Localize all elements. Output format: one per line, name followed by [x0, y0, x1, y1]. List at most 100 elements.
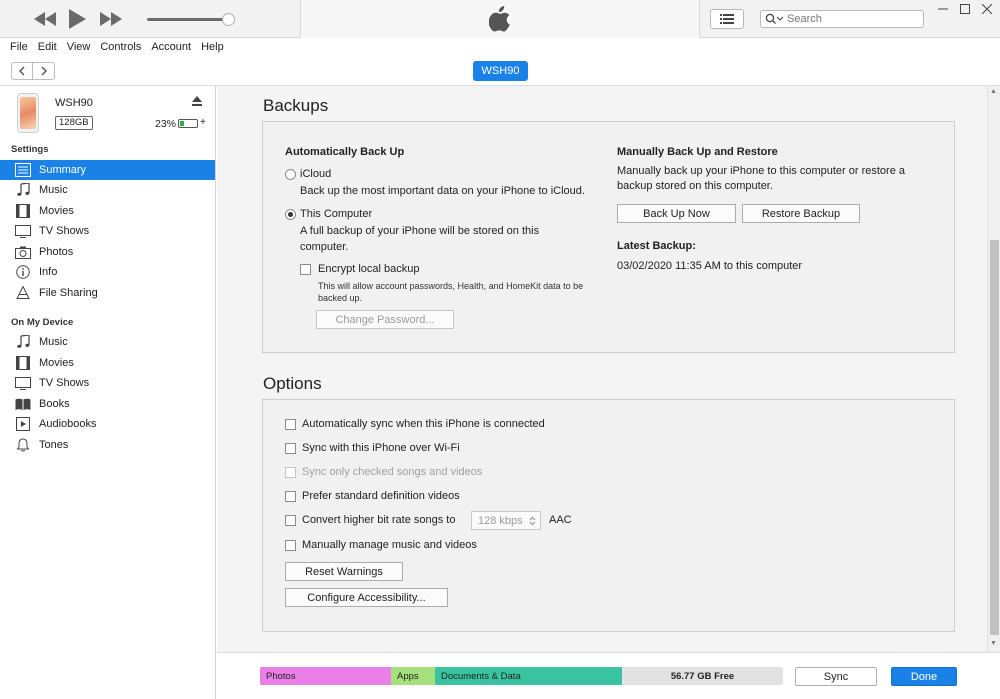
device-name: WSH90 [55, 97, 93, 109]
bitrate-select[interactable]: 128 kbps [471, 511, 541, 530]
charging-indicator: + [200, 117, 206, 128]
sidebar-item-device-music[interactable]: Music [0, 332, 215, 352]
forward-button[interactable] [33, 62, 55, 80]
close-button[interactable] [978, 2, 996, 16]
auto-backup-heading: Automatically Back Up [285, 146, 405, 158]
book-icon [14, 396, 32, 412]
convert-bitrate-label[interactable]: Convert higher bit rate songs to [302, 514, 455, 526]
storage-segment-documents: Documents & Data [435, 667, 622, 685]
sidebar: WSH90 128GB 23% + Settings Summary Music… [0, 86, 216, 699]
volume-slider[interactable] [147, 13, 237, 26]
sidebar-item-photos[interactable]: Photos [0, 242, 215, 262]
scroll-up-arrow-icon[interactable]: ▲ [990, 88, 997, 95]
storage-capacity-bar: Photos Apps Documents & Data 56.77 GB Fr… [260, 667, 783, 685]
main-scrollbar[interactable]: ▲ ▼ [987, 86, 1000, 652]
manual-manage-label[interactable]: Manually manage music and videos [302, 539, 477, 551]
scroll-thumb[interactable] [990, 240, 999, 635]
play-button[interactable] [66, 9, 88, 29]
sidebar-item-label: Info [39, 266, 58, 278]
menu-controls[interactable]: Controls [100, 39, 141, 56]
sidebar-item-music[interactable]: Music [0, 180, 215, 200]
sidebar-item-file-sharing[interactable]: File Sharing [0, 283, 215, 303]
icloud-radio[interactable] [285, 169, 296, 180]
volume-knob[interactable] [222, 13, 235, 26]
this-computer-description-line-2: computer. [300, 241, 349, 253]
restore-backup-button[interactable]: Restore Backup [742, 204, 860, 223]
on-my-device-section-heading: On My Device [11, 317, 74, 328]
encrypt-backup-label[interactable]: Encrypt local backup [318, 263, 420, 275]
eject-icon[interactable] [192, 96, 202, 109]
auto-sync-label[interactable]: Automatically sync when this iPhone is c… [302, 418, 545, 430]
summary-icon [14, 162, 32, 178]
wifi-sync-checkbox[interactable] [285, 443, 296, 454]
sidebar-item-tv-shows[interactable]: TV Shows [0, 221, 215, 241]
sidebar-item-device-books[interactable]: Books [0, 394, 215, 414]
wifi-sync-label[interactable]: Sync with this iPhone over Wi-Fi [302, 442, 460, 454]
sidebar-item-device-tv-shows[interactable]: TV Shows [0, 373, 215, 393]
search-input[interactable] [787, 13, 917, 25]
fast-forward-button[interactable] [98, 9, 124, 29]
close-icon [982, 4, 992, 14]
back-up-now-button[interactable]: Back Up Now [617, 204, 736, 223]
menu-view[interactable]: View [67, 39, 91, 56]
bitrate-value: 128 kbps [478, 514, 523, 527]
sidebar-item-label: Music [39, 336, 68, 348]
minimize-button[interactable] [934, 2, 952, 16]
sidebar-item-summary[interactable]: Summary [0, 160, 215, 180]
rewind-button[interactable] [32, 9, 58, 29]
done-button[interactable]: Done [891, 667, 957, 686]
apps-icon [14, 285, 32, 301]
convert-bitrate-checkbox[interactable] [285, 515, 296, 526]
navigation-row: WSH90 [0, 56, 1000, 86]
volume-track [147, 18, 229, 21]
manual-description-line-2: backup stored on this computer. [617, 180, 773, 192]
backups-box: Automatically Back Up iCloud Back up the… [262, 121, 955, 353]
maximize-button[interactable] [956, 2, 974, 16]
search-box[interactable] [760, 10, 924, 28]
icloud-label[interactable]: iCloud [300, 168, 331, 180]
menu-help[interactable]: Help [201, 39, 224, 56]
sidebar-item-device-tones[interactable]: Tones [0, 435, 215, 455]
encrypt-description-line-2: backed up. [318, 293, 363, 303]
icloud-description: Back up the most important data on your … [300, 185, 585, 197]
chevron-left-icon [19, 66, 25, 76]
encrypt-backup-checkbox[interactable] [300, 264, 311, 275]
sidebar-item-label: Photos [39, 246, 74, 258]
audiobook-icon [14, 416, 32, 432]
reset-warnings-button[interactable]: Reset Warnings [285, 562, 403, 581]
sidebar-item-device-audiobooks[interactable]: Audiobooks [0, 414, 215, 434]
device-capacity-badge: 128GB [55, 116, 93, 130]
checked-only-label[interactable]: Sync only checked songs and videos [302, 466, 482, 478]
device-tab[interactable]: WSH90 [473, 61, 528, 81]
apple-logo-icon [489, 6, 510, 32]
summary-panel: Backups Automatically Back Up iCloud Bac… [217, 86, 987, 652]
menu-file[interactable]: File [10, 39, 28, 56]
standard-definition-checkbox[interactable] [285, 491, 296, 502]
sidebar-item-movies[interactable]: Movies [0, 201, 215, 221]
sidebar-item-device-movies[interactable]: Movies [0, 353, 215, 373]
sidebar-item-label: Audiobooks [39, 418, 97, 430]
menu-account[interactable]: Account [151, 39, 191, 56]
this-computer-radio[interactable] [285, 209, 296, 220]
sidebar-item-label: Tones [39, 439, 69, 451]
bottom-bar: Photos Apps Documents & Data 56.77 GB Fr… [217, 652, 1000, 699]
list-view-button[interactable] [710, 9, 744, 29]
manual-backup-heading: Manually Back Up and Restore [617, 146, 778, 158]
sidebar-item-label: Movies [39, 205, 74, 217]
sync-button[interactable]: Sync [795, 667, 877, 686]
back-button[interactable] [11, 62, 33, 80]
scroll-down-arrow-icon[interactable]: ▼ [990, 640, 997, 647]
auto-sync-checkbox[interactable] [285, 419, 296, 430]
change-password-button[interactable]: Change Password... [316, 310, 454, 329]
standard-definition-label[interactable]: Prefer standard definition videos [302, 490, 460, 502]
this-computer-label[interactable]: This Computer [300, 208, 372, 220]
checked-only-checkbox[interactable] [285, 467, 296, 478]
storage-segment-photos: Photos [260, 667, 391, 685]
manual-manage-checkbox[interactable] [285, 540, 296, 551]
storage-segment-free: 56.77 GB Free [622, 667, 783, 685]
sidebar-item-label: Movies [39, 357, 74, 369]
configure-accessibility-button[interactable]: Configure Accessibility... [285, 588, 448, 607]
menu-edit[interactable]: Edit [38, 39, 57, 56]
sidebar-item-info[interactable]: Info [0, 262, 215, 282]
latest-backup-value: 03/02/2020 11:35 AM to this computer [617, 260, 803, 272]
